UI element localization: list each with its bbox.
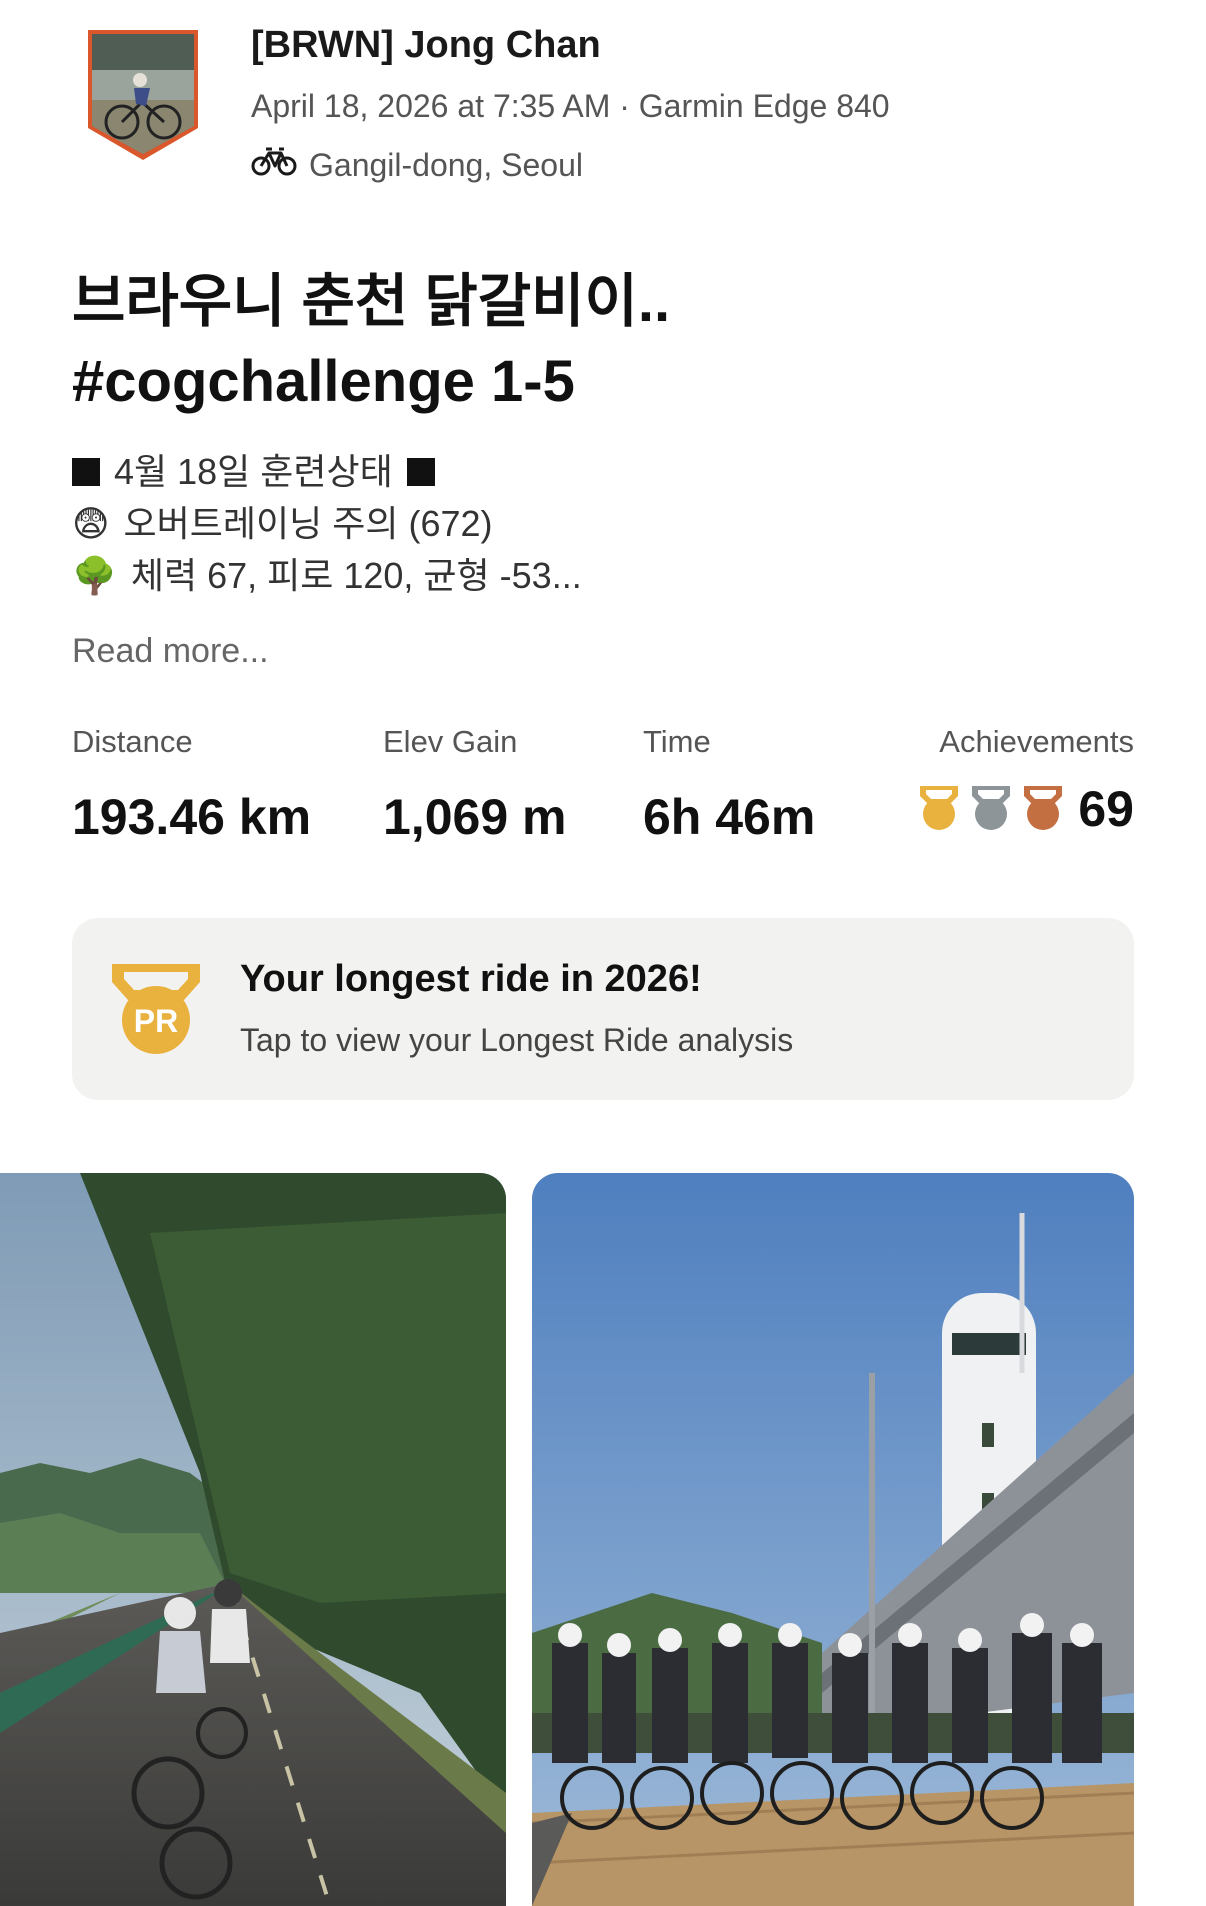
athlete-avatar[interactable] bbox=[84, 30, 202, 160]
meta-separator: · bbox=[619, 88, 630, 124]
activity-title: 브라우니 춘천 닭갈비이.. #cogchallenge 1-5 bbox=[72, 262, 1132, 422]
black-square-icon bbox=[72, 458, 100, 486]
stat-label: Distance bbox=[72, 724, 193, 759]
activity-stats: Distance 193.46 km Elev Gain 1,069 m Tim… bbox=[72, 724, 1134, 846]
pr-card-subtitle: Tap to view your Longest Ride analysis bbox=[240, 1022, 794, 1058]
title-line-1: 브라우니 춘천 닭갈비이.. bbox=[72, 269, 671, 334]
description-line: 4월 18일 훈련상태 bbox=[72, 446, 1132, 498]
activity-header: [BRWN] Jong Chan April 18, 2026 at 7:35 … bbox=[0, 0, 1206, 220]
stat-label: Time bbox=[643, 724, 711, 759]
description-line: 😨 오버트레이닝 주의 (672) bbox=[72, 498, 1132, 550]
activity-description: 4월 18일 훈련상태 😨 오버트레이닝 주의 (672) 🌳 체력 67, 피… bbox=[72, 446, 1132, 602]
activity-datetime: April 18, 2026 at 7:35 AM bbox=[251, 88, 611, 124]
pr-badge-text: PR bbox=[134, 1003, 178, 1039]
device-name: Garmin Edge 840 bbox=[638, 88, 890, 124]
longest-ride-card[interactable]: PR Your longest ride in 2026! Tap to vie… bbox=[72, 918, 1134, 1100]
stat-value: 1,069 m bbox=[383, 789, 567, 845]
activity-photo[interactable] bbox=[0, 1173, 506, 1906]
achievements-count: 69 bbox=[1078, 781, 1134, 837]
stat-label: Achievements bbox=[939, 724, 1134, 759]
stat-value: 6h 46m bbox=[643, 789, 816, 845]
description-line-text: 체력 67, 피로 120, 균형 -53... bbox=[130, 555, 582, 596]
gold-trophy-icon bbox=[916, 782, 962, 837]
stat-label: Elev Gain bbox=[383, 724, 518, 759]
stat-value: 193.46 km bbox=[72, 789, 312, 845]
activity-photo[interactable] bbox=[532, 1173, 1134, 1906]
title-line-2: #cogchallenge 1-5 bbox=[72, 349, 575, 414]
description-line-text: 4월 18일 훈련상태 bbox=[114, 451, 393, 492]
activity-meta: April 18, 2026 at 7:35 AM · Garmin Edge … bbox=[251, 88, 890, 125]
pr-medal-icon: PR bbox=[110, 960, 202, 1056]
stat-elev-gain: Elev Gain 1,069 m bbox=[383, 724, 566, 846]
read-more-link[interactable]: Read more... bbox=[72, 632, 269, 671]
description-line: 🌳 체력 67, 피로 120, 균형 -53... bbox=[72, 550, 1132, 602]
tree-icon: 🌳 bbox=[72, 555, 117, 596]
pr-card-title: Your longest ride in 2026! bbox=[240, 958, 702, 1000]
stat-achievements[interactable]: 69 bbox=[916, 780, 1134, 838]
athlete-name[interactable]: [BRWN] Jong Chan bbox=[251, 24, 601, 67]
description-line-text: 오버트레이닝 주의 (672) bbox=[123, 503, 493, 544]
stat-time: Time 6h 46m bbox=[643, 724, 815, 846]
fearful-face-icon: 😨 bbox=[72, 503, 110, 544]
bronze-trophy-icon bbox=[1020, 782, 1066, 837]
location-label: Gangil-dong, Seoul bbox=[309, 146, 583, 183]
bike-icon bbox=[251, 145, 297, 185]
stat-distance: Distance 193.46 km bbox=[72, 724, 311, 846]
activity-location: Gangil-dong, Seoul bbox=[251, 145, 583, 185]
silver-trophy-icon bbox=[968, 782, 1014, 837]
black-square-icon bbox=[406, 458, 435, 486]
